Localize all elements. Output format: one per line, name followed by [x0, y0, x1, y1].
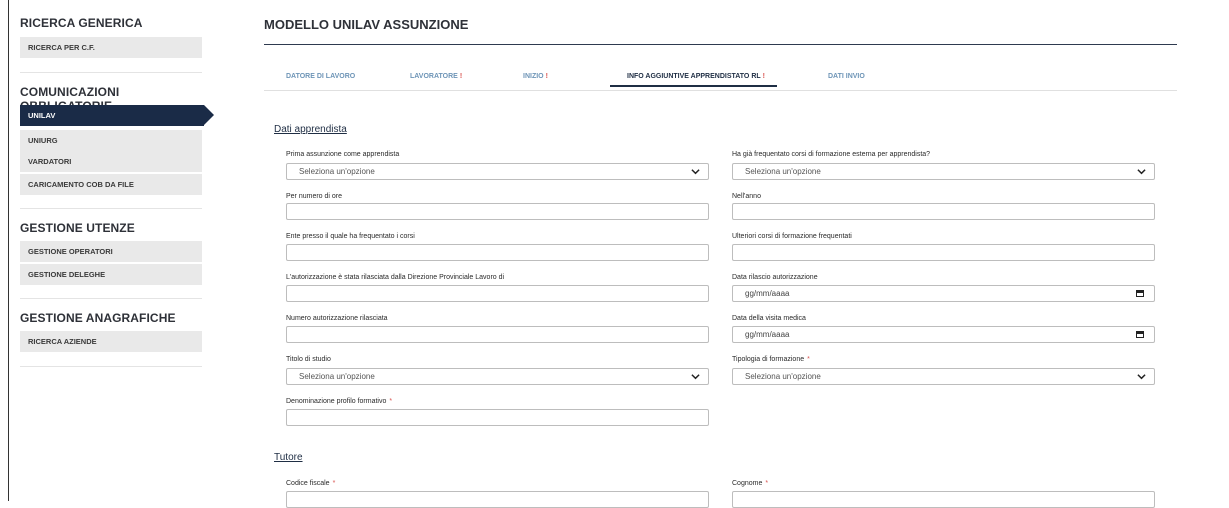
chevron-down-icon	[1137, 374, 1146, 380]
titolo-studio-select[interactable]: Seleziona un'opzione	[286, 368, 709, 385]
section-title-gestione-utenze: GESTIONE UTENZE	[20, 221, 135, 235]
profilo-formativo-input[interactable]	[286, 409, 709, 426]
section-heading-tutore: Tutore	[274, 452, 303, 463]
section-heading-apprendista: Dati apprendista	[274, 124, 347, 135]
ente-input[interactable]	[286, 244, 709, 261]
numero-autorizzazione-input[interactable]	[286, 326, 709, 343]
required-marker: *	[807, 356, 810, 363]
sidebar-item-unilav[interactable]: UNILAV	[20, 105, 214, 126]
autorizzazione-dpl-input[interactable]	[286, 285, 709, 302]
sidebar-divider	[20, 298, 202, 299]
label-numero-ore: Per numero di ore	[286, 193, 343, 200]
calendar-icon[interactable]	[1136, 290, 1144, 297]
sidebar-divider	[20, 72, 202, 73]
calendar-icon[interactable]	[1136, 331, 1144, 338]
sidebar-item-gestione-deleghe[interactable]: GESTIONE DELEGHE	[20, 264, 202, 285]
tab-info-apprendistato[interactable]: INFO AGGIUNTIVE APPRENDISTATO RL!	[610, 73, 777, 87]
title-divider	[264, 44, 1177, 45]
tab-datore-di-lavoro[interactable]: DATORE DI LAVORO	[286, 73, 355, 80]
tab-bar: DATORE DI LAVORO LAVORATORE! INIZIO! INF…	[264, 70, 1177, 91]
chevron-down-icon	[691, 374, 700, 380]
tab-dati-invio[interactable]: DATI INVIO	[828, 73, 865, 80]
sidebar-item-ricerca-aziende[interactable]: RICERCA AZIENDE	[20, 331, 202, 352]
chevron-down-icon	[691, 169, 700, 175]
sidebar-item-ricerca-cf[interactable]: RICERCA PER C.F.	[20, 37, 202, 58]
required-marker: *	[389, 398, 393, 405]
label-cognome: Cognome *	[732, 480, 769, 487]
window-edge	[8, 0, 9, 501]
sidebar-divider	[20, 366, 202, 367]
label-numero-autorizzazione: Numero autorizzazione rilasciata	[286, 315, 388, 322]
tab-inizio[interactable]: INIZIO!	[523, 73, 548, 80]
warning-mark: !	[459, 73, 463, 80]
tipologia-formazione-select[interactable]: Seleziona un'opzione	[732, 368, 1155, 385]
label-profilo-formativo: Denominazione profilo formativo *	[286, 398, 393, 405]
required-marker: *	[332, 480, 336, 487]
label-ulteriori-corsi: Ulteriori corsi di formazione frequentat…	[732, 233, 852, 240]
label-data-visita: Data della visita medica	[732, 315, 806, 322]
label-prima-assunzione: Prima assunzione come apprendista	[286, 151, 400, 158]
warning-mark: !	[762, 73, 765, 80]
label-data-rilascio: Data rilascio autorizzazione	[732, 274, 818, 281]
numero-ore-input[interactable]	[286, 203, 709, 220]
section-title-gestione-anagrafiche: GESTIONE ANAGRAFICHE	[20, 311, 176, 325]
sidebar-item-uniurg[interactable]: UNIURG	[20, 130, 202, 151]
cognome-input[interactable]	[732, 491, 1155, 508]
corsi-esterni-select[interactable]: Seleziona un'opzione	[732, 163, 1155, 180]
data-visita-date-input[interactable]: gg/mm/aaaa	[732, 326, 1155, 343]
warning-mark: !	[545, 73, 548, 80]
label-tipologia-formazione: Tipologia di formazione *	[732, 356, 810, 363]
sidebar-item-gestione-operatori[interactable]: GESTIONE OPERATORI	[20, 241, 202, 262]
tab-lavoratore[interactable]: LAVORATORE!	[410, 73, 462, 80]
data-rilascio-date-input[interactable]: gg/mm/aaaa	[732, 285, 1155, 302]
chevron-down-icon	[1137, 169, 1146, 175]
label-titolo-studio: Titolo di studio	[286, 356, 331, 363]
codice-fiscale-input[interactable]	[286, 491, 709, 508]
ulteriori-corsi-input[interactable]	[732, 244, 1155, 261]
page-title: MODELLO UNILAV ASSUNZIONE	[264, 17, 469, 32]
label-anno: Nell'anno	[732, 193, 761, 200]
label-autorizzazione-dpl: L'autorizzazione è stata rilasciata dall…	[286, 274, 505, 281]
anno-input[interactable]	[732, 203, 1155, 220]
label-codice-fiscale: Codice fiscale *	[286, 480, 336, 487]
section-title-ricerca-generica: RICERCA GENERICA	[20, 16, 143, 30]
prima-assunzione-select[interactable]: Seleziona un'opzione	[286, 163, 709, 180]
sidebar-item-vardatori[interactable]: VARDATORI	[20, 151, 202, 172]
required-marker: *	[765, 480, 769, 487]
label-corsi-esterni: Ha già frequentato corsi di formazione e…	[732, 151, 931, 158]
label-ente: Ente presso il quale ha frequentato i co…	[286, 233, 415, 240]
sidebar-item-caricamento-cob[interactable]: CARICAMENTO COB DA FILE	[20, 174, 202, 195]
sidebar-divider	[20, 208, 202, 209]
